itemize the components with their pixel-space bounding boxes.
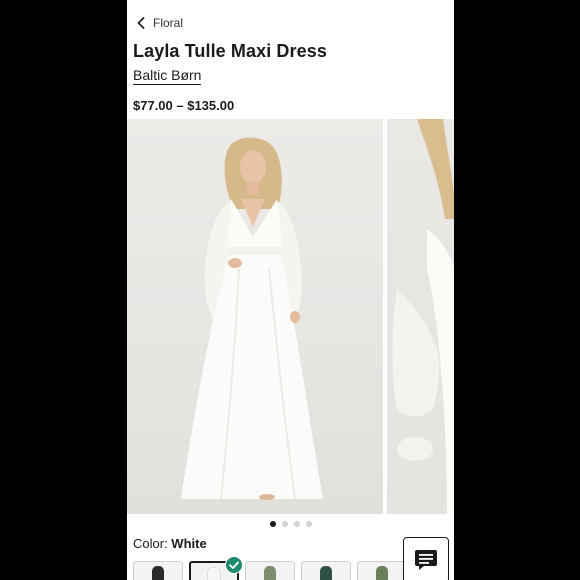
chevron-left-icon: [137, 17, 145, 29]
brand-link[interactable]: Baltic Børn: [133, 67, 202, 85]
chat-icon: [415, 550, 437, 570]
back-link[interactable]: Floral: [137, 14, 183, 32]
price-range: $77.00 – $135.00: [133, 98, 235, 113]
color-label: Color:: [133, 536, 172, 551]
carousel-dot[interactable]: [305, 521, 312, 527]
check-icon: [229, 561, 239, 569]
color-row: Color: White: [133, 536, 207, 551]
chat-button[interactable]: [403, 537, 449, 580]
selected-check-badge: [225, 556, 243, 574]
color-swatch-sage[interactable]: [245, 561, 295, 580]
carousel-dots: [127, 519, 454, 529]
back-link-label: Floral: [153, 16, 184, 30]
product-image-secondary[interactable]: [387, 119, 454, 514]
dress-sleeve-closeup-image: [392, 119, 454, 514]
color-swatch-emerald[interactable]: [301, 561, 351, 580]
product-title: Layla Tulle Maxi Dress: [133, 41, 327, 61]
dress-model-image: [181, 137, 323, 500]
color-swatch-black[interactable]: [133, 561, 183, 580]
carousel-dot[interactable]: [293, 521, 300, 527]
color-value: White: [171, 536, 207, 551]
color-swatch-olive[interactable]: [357, 561, 407, 580]
carousel-dot[interactable]: [269, 521, 276, 527]
color-swatches: [133, 561, 407, 580]
image-carousel[interactable]: [127, 119, 454, 514]
product-image-main[interactable]: [127, 119, 383, 514]
product-page: Floral Layla Tulle Maxi Dress Baltic Bør…: [127, 0, 454, 580]
carousel-dot[interactable]: [281, 521, 288, 527]
